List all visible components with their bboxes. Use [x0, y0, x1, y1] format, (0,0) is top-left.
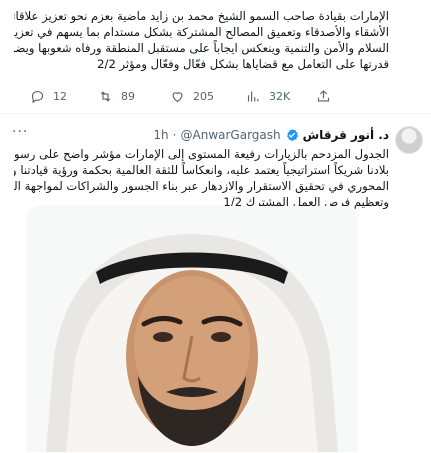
like-count: 205	[193, 90, 214, 103]
tweet-1-line-3: السلام والأمن والتنمية وينعكس ايجاباً عل…	[14, 41, 389, 55]
tweet-2-line-3: المحوري في تحقيق الاستقرار والازدهار عبر…	[14, 179, 389, 193]
views-button[interactable]: 32K	[246, 89, 290, 104]
tweet-2-line-2: بلادنا شريكاً استراتيجياً يعتمد عليه، وا…	[14, 163, 389, 177]
like-button[interactable]: 205	[170, 89, 214, 104]
avatar[interactable]	[395, 126, 423, 154]
tweet-1-actions: 12 89 205 32K	[0, 89, 431, 105]
author-handle[interactable]: @AnwarGargash	[181, 128, 281, 142]
tweet-1-line-1: الإمارات بقيادة صاحب السمو الشيخ محمد بن…	[14, 9, 389, 23]
tweet-2-header: د. أنور قرقاش @AnwarGargash · 1h	[153, 126, 389, 144]
tweet-2-photo[interactable]	[26, 206, 358, 452]
verified-badge-icon	[285, 128, 299, 142]
heart-icon	[172, 92, 183, 103]
tweet-1[interactable]: الإمارات بقيادة صاحب السمو الشيخ محمد بن…	[0, 0, 431, 112]
portrait-image	[26, 206, 358, 452]
tweet-1-line-4: قدرتها على التعامل مع قضاياها بشكل فعّال…	[97, 57, 389, 71]
views-count: 32K	[269, 90, 291, 103]
views-icon	[247, 91, 259, 102]
share-icon	[317, 90, 330, 102]
author-name[interactable]: د. أنور قرقاش	[303, 128, 389, 142]
more-options-icon[interactable]: ···	[12, 124, 28, 140]
timestamp[interactable]: 1h	[153, 128, 168, 142]
retweet-count: 89	[121, 90, 135, 103]
tweet-2-line-1: الجدول المزدحم بالزيارات رفيعة المستوى إ…	[14, 147, 389, 161]
retweet-icon	[100, 91, 111, 102]
retweet-button[interactable]: 89	[98, 89, 135, 104]
tweet-2-text: الجدول المزدحم بالزيارات رفيعة المستوى إ…	[14, 146, 389, 210]
dot-separator: ·	[172, 128, 177, 142]
tweet-1-text: الإمارات بقيادة صاحب السمو الشيخ محمد بن…	[14, 8, 389, 72]
reply-icon	[31, 90, 44, 104]
share-button[interactable]	[316, 89, 331, 104]
reply-button[interactable]: 12	[30, 89, 67, 104]
reply-count: 12	[53, 90, 67, 103]
tweet-1-line-2: الأشقاء والأصدقاء وتعميق المصالح المشترك…	[14, 25, 389, 39]
